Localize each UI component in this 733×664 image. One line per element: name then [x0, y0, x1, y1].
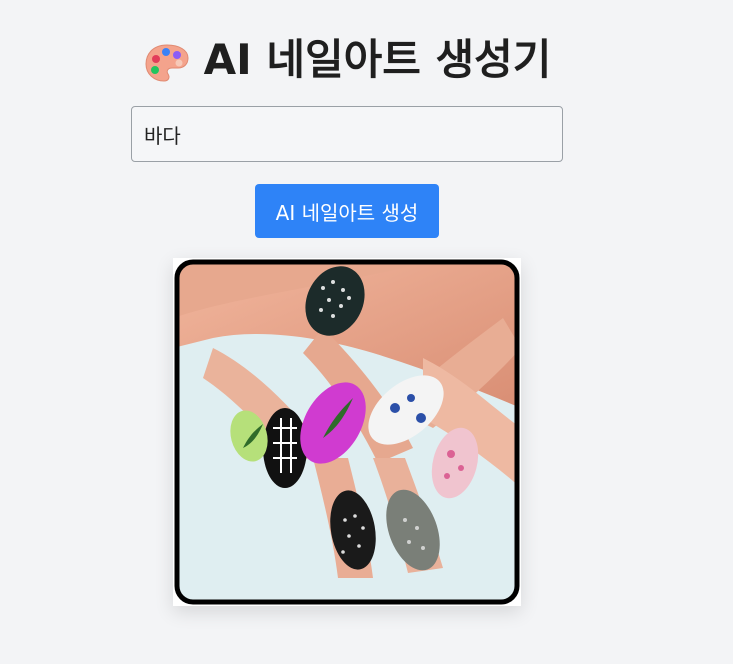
page-title: AI 네일아트 생성기 — [0, 30, 695, 90]
palette-icon — [144, 39, 190, 82]
nail-art-image — [173, 258, 521, 606]
generated-image — [173, 258, 521, 606]
page-title-text: AI 네일아트 생성기 — [203, 35, 552, 84]
generate-nail-art-button[interactable]: AI 네일아트 생성 — [255, 184, 439, 238]
app-page: AI 네일아트 생성기 AI 네일아트 생성 — [0, 0, 733, 664]
prompt-input[interactable] — [131, 106, 563, 162]
